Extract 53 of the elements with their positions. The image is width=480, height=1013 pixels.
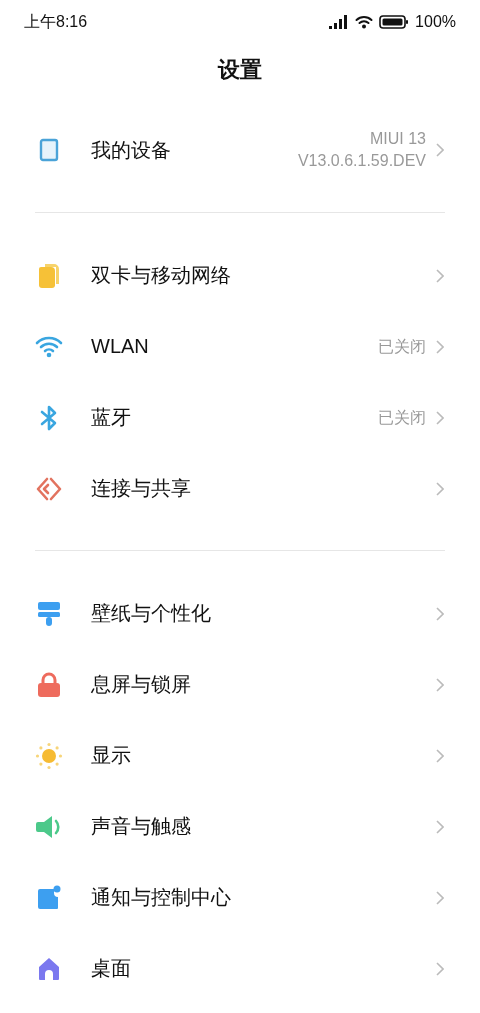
phone-icon <box>39 138 59 162</box>
row-value: 已关闭 <box>378 336 426 357</box>
battery-percentage: 100% <box>415 13 456 31</box>
row-label: 我的设备 <box>91 137 172 163</box>
row-label: 壁纸与个性化 <box>91 601 212 626</box>
notification-icon <box>36 884 62 911</box>
row-value: MIUI 13 <box>370 129 426 149</box>
settings-row[interactable]: 息屏与锁屏 <box>0 649 480 720</box>
chevron-icon <box>436 677 444 692</box>
settings-row[interactable]: 壁纸与个性化 <box>0 578 480 649</box>
settings-row[interactable]: 双卡与移动网络 <box>0 240 480 311</box>
settings-row[interactable]: 声音与触感 <box>0 791 480 862</box>
chevron-icon <box>436 748 444 763</box>
row-label: WLAN <box>91 335 150 358</box>
settings-row[interactable]: 显示 <box>0 720 480 791</box>
settings-row[interactable]: WLAN 已关闭 <box>0 311 480 382</box>
row-label: 连接与共享 <box>91 476 192 501</box>
row-label: 声音与触感 <box>91 814 192 839</box>
row-label: 息屏与锁屏 <box>91 672 192 697</box>
chevron-icon <box>436 481 444 496</box>
row-value: 已关闭 <box>378 407 426 428</box>
chevron-icon <box>436 606 444 621</box>
connection-icon <box>35 475 63 502</box>
settings-row[interactable]: 我的设备 MIUI 13 V13.0.6.1.59.DEV <box>0 112 480 188</box>
lock-icon <box>36 670 62 699</box>
sun-icon <box>35 741 63 770</box>
chevron-icon <box>436 819 444 834</box>
wifi-icon <box>35 335 63 358</box>
settings-row[interactable]: 桌面 <box>0 933 480 1004</box>
settings-row[interactable]: 通知与控制中心 <box>0 862 480 933</box>
home-icon <box>36 955 62 982</box>
battery-icon <box>379 15 410 29</box>
signal-icon <box>329 15 350 29</box>
chevron-icon <box>436 268 444 283</box>
bluetooth-icon <box>39 404 59 431</box>
chevron-icon <box>436 410 444 425</box>
clock-time: 上午8:16 <box>24 11 88 32</box>
page-title: 设置 <box>218 56 262 84</box>
row-value: V13.0.6.1.59.DEV <box>297 151 426 171</box>
row-label: 双卡与移动网络 <box>91 263 232 288</box>
settings-row[interactable]: 蓝牙 已关闭 <box>0 382 480 453</box>
row-label: 通知与控制中心 <box>91 885 232 910</box>
chevron-icon <box>436 890 444 905</box>
row-label: 显示 <box>91 743 132 768</box>
row-label: 桌面 <box>91 956 132 981</box>
wifi-icon <box>355 15 374 29</box>
row-label: 蓝牙 <box>91 405 132 430</box>
chevron-icon <box>436 339 444 354</box>
settings-row[interactable]: 连接与共享 <box>0 453 480 524</box>
chevron-icon <box>436 961 444 976</box>
sim-card-icon <box>37 262 61 289</box>
chevron-icon <box>436 143 444 157</box>
paint-brush-icon <box>36 599 62 628</box>
